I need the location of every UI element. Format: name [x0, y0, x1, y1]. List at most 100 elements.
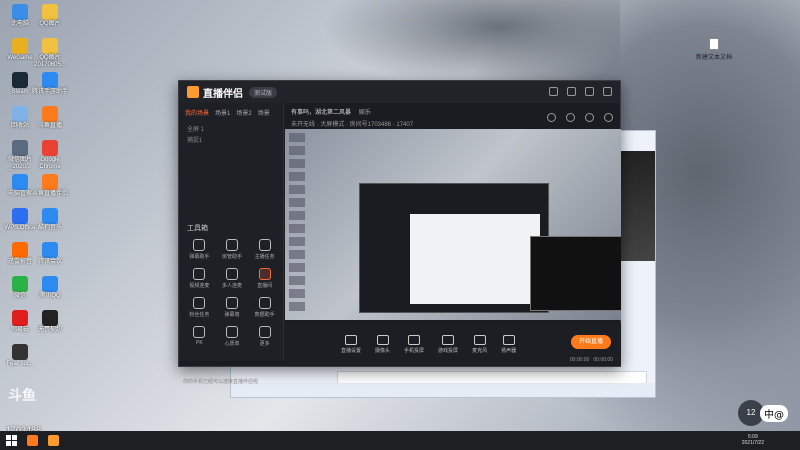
- control-label: 直播设置: [341, 347, 362, 354]
- app-logo-icon: [187, 86, 199, 98]
- maximize-icon[interactable]: [585, 87, 594, 96]
- tool-item[interactable]: 更多: [248, 326, 281, 347]
- taskbar-apps: [17, 435, 59, 446]
- desktop-icon[interactable]: 斗鱼直播: [32, 106, 68, 130]
- app-icon: [42, 38, 58, 54]
- desktop-icon[interactable]: 酷狗音乐: [32, 208, 68, 232]
- room-category-tag[interactable]: 娱乐: [359, 110, 371, 116]
- desktop-icon-label: 无畏契约: [37, 327, 62, 333]
- live-control-button[interactable]: 摄像头: [375, 334, 391, 354]
- app-logo: 直播伴侣: [187, 85, 243, 100]
- desktop-icon-label: 腾讯手游助手: [32, 89, 69, 95]
- scene-item[interactable]: 全屏 1: [187, 125, 275, 136]
- control-icon: [442, 334, 455, 345]
- tool-item[interactable]: 多人连麦: [216, 268, 249, 289]
- window-controls: [549, 87, 612, 96]
- scene-tabs: 我的场景 场景1 场景2 场景: [179, 103, 283, 122]
- tool-item[interactable]: 弹幕助手: [183, 239, 216, 260]
- tool-item[interactable]: 数据助手: [248, 297, 281, 318]
- taskbar-app-icon[interactable]: [48, 435, 59, 446]
- scene-list: 全屏 1 捕捉1: [179, 122, 283, 150]
- control-icon: [376, 334, 389, 345]
- desktop-icon-label: 腾讯会议: [37, 259, 62, 265]
- tool-item[interactable]: PK: [183, 326, 216, 347]
- control-label: 手机投屏: [404, 347, 425, 354]
- system-clock[interactable]: 5:09 2021/7/22: [742, 434, 764, 446]
- app-icon: [42, 72, 58, 88]
- desktop-icon[interactable]: 斗鱼直播伴侣: [32, 174, 68, 198]
- room-title[interactable]: 有事吗，湖北第二风暴: [291, 110, 351, 116]
- input-method-badge[interactable]: 中@: [760, 405, 788, 422]
- windows-start-icon[interactable]: [6, 435, 17, 446]
- home-icon[interactable]: [566, 113, 575, 122]
- tool-item[interactable]: 直播间: [248, 268, 281, 289]
- app-icon: [42, 140, 58, 156]
- live-control-button[interactable]: 手机投屏: [404, 334, 425, 354]
- preview-nested-window-inner: [530, 236, 621, 311]
- close-icon[interactable]: [603, 87, 612, 96]
- lock-icon[interactable]: [547, 113, 556, 122]
- control-label: 摄像头: [375, 347, 391, 354]
- scene-tab[interactable]: 场景2: [236, 108, 251, 117]
- desktop-icon[interactable]: QQ图片 20170605...: [32, 38, 68, 68]
- minimize-icon[interactable]: [567, 87, 576, 96]
- preview-nested-app: [359, 183, 621, 313]
- preview-nested-window: [410, 214, 621, 311]
- live-preview[interactable]: [285, 129, 621, 320]
- desktop-icon[interactable]: 腾讯QQ: [32, 276, 68, 300]
- live-control-button[interactable]: 扬声器: [501, 334, 516, 354]
- phone-connect-hint[interactable]: 你的手机已经可以连接直播伴侣啦: [183, 378, 258, 385]
- tool-item[interactable]: 主播任务: [248, 239, 281, 260]
- desktop-file-label: 新建文本文档: [696, 55, 733, 61]
- tool-label: 直播间: [257, 283, 273, 289]
- tool-label: 视频连麦: [189, 283, 210, 289]
- share-icon[interactable]: [604, 113, 613, 122]
- taskbar-app-icon[interactable]: [27, 435, 38, 446]
- live-control-button[interactable]: 游戏投屏: [438, 334, 459, 354]
- app-icon: [12, 276, 28, 292]
- scene-tab[interactable]: 场景1: [215, 108, 230, 117]
- tool-icon: [258, 326, 271, 338]
- tool-item[interactable]: 视频连麦: [183, 268, 216, 289]
- start-live-button[interactable]: 开始直播: [571, 335, 611, 349]
- tool-label: 粉丝任务: [189, 312, 210, 318]
- desktop-icon[interactable]: Google Chrome: [32, 140, 68, 170]
- app-icon: [42, 242, 58, 258]
- desktop-icon[interactable]: QQ图片: [32, 4, 68, 28]
- tool-label: 主播任务: [254, 254, 275, 260]
- tool-label: 心愿单: [224, 341, 240, 347]
- tool-item[interactable]: 房管助手: [216, 239, 249, 260]
- app-icon: [12, 242, 28, 258]
- control-label: 游戏投屏: [438, 347, 459, 354]
- toolbox-grid: 弹幕助手 房管助手 主播任务视频连麦 多人连麦 直播间粉丝任务 弹幕墙 数据助手 PK 心愿单 更…: [183, 239, 281, 347]
- scene-item[interactable]: 捕捉1: [187, 136, 275, 147]
- desktop-icon[interactable]: 腾讯手游助手: [32, 72, 68, 96]
- live-area: 有事吗，湖北第二风暴 娱乐 未开无线 · 大屏模式 · 房间号1703486 ·…: [285, 103, 621, 367]
- tool-icon: [225, 268, 238, 280]
- desktop-icon[interactable]: Fear sur...: [2, 344, 38, 368]
- live-control-button[interactable]: 直播设置: [341, 334, 362, 354]
- app-titlebar[interactable]: 直播伴侣 测试版: [179, 81, 620, 103]
- live-control-button[interactable]: 麦克风: [472, 334, 487, 354]
- tool-item[interactable]: 弹幕墙: [216, 297, 249, 318]
- scene-tab[interactable]: 场景: [258, 108, 270, 117]
- tool-label: 弹幕墙: [224, 312, 240, 318]
- scene-tab[interactable]: 我的场景: [185, 108, 209, 117]
- background-window-bottom-bar: [231, 383, 655, 397]
- tool-label: 房管助手: [221, 254, 242, 260]
- toolbox-title: 工具箱: [187, 225, 208, 232]
- app-version-badge[interactable]: 测试版: [249, 86, 278, 98]
- tool-item[interactable]: 心愿单: [216, 326, 249, 347]
- room-subinfo: 未开无线 · 大屏模式 · 房间号1703486 · 17407: [291, 122, 414, 128]
- text-file-icon: [709, 38, 719, 50]
- desktop-file-icon[interactable]: 新建文本文档: [696, 38, 732, 61]
- background-window-side-panel: [619, 151, 655, 261]
- desktop-icon[interactable]: 腾讯会议: [32, 242, 68, 266]
- desktop-icon[interactable]: 无畏契约: [32, 310, 68, 334]
- streaming-app-window[interactable]: 直播伴侣 测试版 我的场景 场景1 场景2 场景 全屏 1 捕捉1 工具箱 弹幕助手 房管…: [178, 80, 621, 385]
- grid-icon[interactable]: [585, 113, 594, 122]
- tool-item[interactable]: 粉丝任务: [183, 297, 216, 318]
- settings-icon[interactable]: [549, 87, 558, 96]
- tool-label: PK: [195, 340, 203, 346]
- app-icon: [12, 344, 28, 360]
